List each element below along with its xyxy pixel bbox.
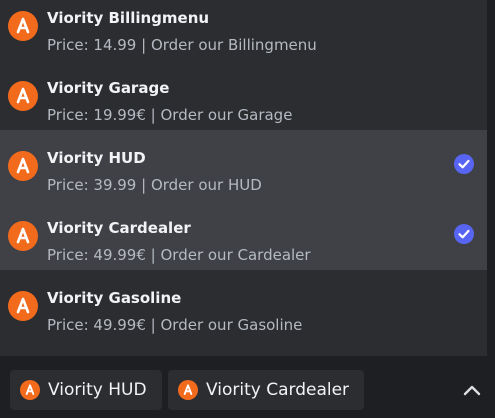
selected-chip-viority-hud[interactable]: Viority HUD xyxy=(10,370,162,410)
option-description: Price: 49.99€ | Order our Cardealer xyxy=(47,246,311,264)
option-description: Price: 39.99 | Order our HUD xyxy=(47,176,262,194)
option-name: Viority Garage xyxy=(47,79,170,97)
option-description: Price: 14.99 | Order our Billingmenu xyxy=(47,36,317,54)
viority-logo-icon xyxy=(8,291,38,321)
viority-logo-icon xyxy=(178,380,198,400)
chevron-up-icon[interactable] xyxy=(462,382,482,398)
option-name: Viority HUD xyxy=(47,149,146,167)
option-description: Price: 19.99€ | Order our Garage xyxy=(47,106,293,124)
option-description: Price: 49.99€ | Order our Gasoline xyxy=(47,316,303,334)
viority-logo-icon xyxy=(8,221,38,251)
selected-chip-viority-cardealer[interactable]: Viority Cardealer xyxy=(168,370,364,410)
chip-label: Viority HUD xyxy=(48,380,147,400)
option-name: Viority Cardealer xyxy=(47,219,191,237)
viority-logo-icon xyxy=(8,81,38,111)
select-menu-dropdown: Viority Billingmenu Price: 14.99 | Order… xyxy=(0,0,487,356)
chip-label: Viority Cardealer xyxy=(206,380,350,400)
viority-logo-icon xyxy=(20,380,40,400)
viority-logo-icon xyxy=(8,11,38,41)
scrollbar-track[interactable] xyxy=(487,0,495,356)
checkmark-icon xyxy=(454,154,474,174)
option-viority-cardealer[interactable]: Viority Cardealer Price: 49.99€ | Order … xyxy=(0,200,487,270)
viority-logo-icon xyxy=(8,151,38,181)
option-viority-gasoline[interactable]: Viority Gasoline Price: 49.99€ | Order o… xyxy=(0,270,487,340)
option-name: Viority Gasoline xyxy=(47,289,182,307)
options-list: Viority Billingmenu Price: 14.99 | Order… xyxy=(0,0,487,340)
checkmark-icon xyxy=(454,224,474,244)
option-name: Viority Billingmenu xyxy=(47,9,210,27)
select-menu-field[interactable]: Viority HUD Viority Cardealer xyxy=(0,356,495,418)
option-viority-hud[interactable]: Viority HUD Price: 39.99 | Order our HUD xyxy=(0,130,487,200)
option-viority-garage[interactable]: Viority Garage Price: 19.99€ | Order our… xyxy=(0,60,487,130)
option-viority-billingmenu[interactable]: Viority Billingmenu Price: 14.99 | Order… xyxy=(0,0,487,60)
